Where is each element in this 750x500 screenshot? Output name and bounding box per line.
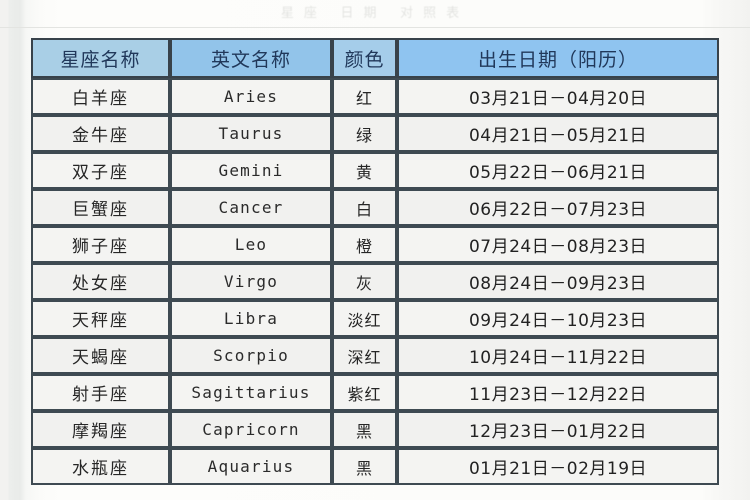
zodiac-cn-name: 金牛座 [31,115,170,152]
zodiac-cn-name: 白羊座 [31,78,170,115]
table-row: 天秤座 Libra 淡红 09月24日－10月23日 [31,300,719,337]
zodiac-date: 01月21日－02月19日 [397,448,719,485]
zodiac-en-name: Aries [170,78,332,115]
column-header-birth-date: 出生日期（阳历） [397,38,719,78]
zodiac-en-name: Scorpio [170,337,332,374]
column-header-cn-name: 星座名称 [31,38,170,78]
zodiac-color: 紫红 [332,374,397,411]
faint-heading-bar: 星座 日期 对照表 [0,0,750,22]
zodiac-cn-name: 处女座 [31,263,170,300]
zodiac-cn-name: 双子座 [31,152,170,189]
zodiac-color: 淡红 [332,300,397,337]
zodiac-en-name: Capricorn [170,411,332,448]
zodiac-en-name: Taurus [170,115,332,152]
zodiac-date: 04月21日－05月21日 [397,115,719,152]
table-row: 白羊座 Aries 红 03月21日－04月20日 [31,78,719,115]
column-header-color: 颜色 [332,38,397,78]
zodiac-cn-name: 射手座 [31,374,170,411]
table-row: 双子座 Gemini 黄 05月22日－06月21日 [31,152,719,189]
table-row: 水瓶座 Aquarius 黑 01月21日－02月19日 [31,448,719,485]
table-row: 摩羯座 Capricorn 黑 12月23日－01月22日 [31,411,719,448]
table-header: 星座名称 英文名称 颜色 出生日期（阳历） [31,38,719,78]
zodiac-cn-name: 天蝎座 [31,337,170,374]
zodiac-date: 12月23日－01月22日 [397,411,719,448]
table-row: 射手座 Sagittarius 紫红 11月23日－12月22日 [31,374,719,411]
zodiac-color: 红 [332,78,397,115]
zodiac-color: 黑 [332,448,397,485]
table-row: 狮子座 Leo 橙 07月24日－08月23日 [31,226,719,263]
zodiac-cn-name: 水瓶座 [31,448,170,485]
zodiac-cn-name: 狮子座 [31,226,170,263]
table-row: 处女座 Virgo 灰 08月24日－09月23日 [31,263,719,300]
zodiac-en-name: Libra [170,300,332,337]
table-row: 巨蟹座 Cancer 白 06月22日－07月23日 [31,189,719,226]
zodiac-color: 绿 [332,115,397,152]
table-row: 天蝎座 Scorpio 深红 10月24日－11月22日 [31,337,719,374]
table-row: 金牛座 Taurus 绿 04月21日－05月21日 [31,115,719,152]
table-body: 白羊座 Aries 红 03月21日－04月20日 金牛座 Taurus 绿 04月21日－0… [31,78,719,485]
page-background: 星座 日期 对照表 星座名称 英文名称 颜色 出生日期（阳历） 白羊座 Aries… [0,0,750,500]
faint-heading-text: 星座 日期 对照表 [280,4,470,20]
zodiac-date: 03月21日－04月20日 [397,78,719,115]
zodiac-date: 09月24日－10月23日 [397,300,719,337]
header-row: 星座名称 英文名称 颜色 出生日期（阳历） [31,38,719,78]
zodiac-color: 深红 [332,337,397,374]
zodiac-en-name: Leo [170,226,332,263]
zodiac-cn-name: 巨蟹座 [31,189,170,226]
top-divider [0,27,750,28]
zodiac-en-name: Virgo [170,263,332,300]
zodiac-en-name: Gemini [170,152,332,189]
column-header-en-name: 英文名称 [170,38,332,78]
zodiac-date: 06月22日－07月23日 [397,189,719,226]
zodiac-cn-name: 摩羯座 [31,411,170,448]
zodiac-color: 橙 [332,226,397,263]
zodiac-date: 07月24日－08月23日 [397,226,719,263]
zodiac-color: 黄 [332,152,397,189]
zodiac-cn-name: 天秤座 [31,300,170,337]
zodiac-date: 08月24日－09月23日 [397,263,719,300]
zodiac-color: 灰 [332,263,397,300]
zodiac-date-table: 星座名称 英文名称 颜色 出生日期（阳历） 白羊座 Aries 红 03月21日－04… [31,38,719,485]
zodiac-en-name: Cancer [170,189,332,226]
zodiac-date: 11月23日－12月22日 [397,374,719,411]
zodiac-en-name: Sagittarius [170,374,332,411]
zodiac-color: 白 [332,189,397,226]
zodiac-color: 黑 [332,411,397,448]
zodiac-date: 05月22日－06月21日 [397,152,719,189]
zodiac-date: 10月24日－11月22日 [397,337,719,374]
zodiac-en-name: Aquarius [170,448,332,485]
